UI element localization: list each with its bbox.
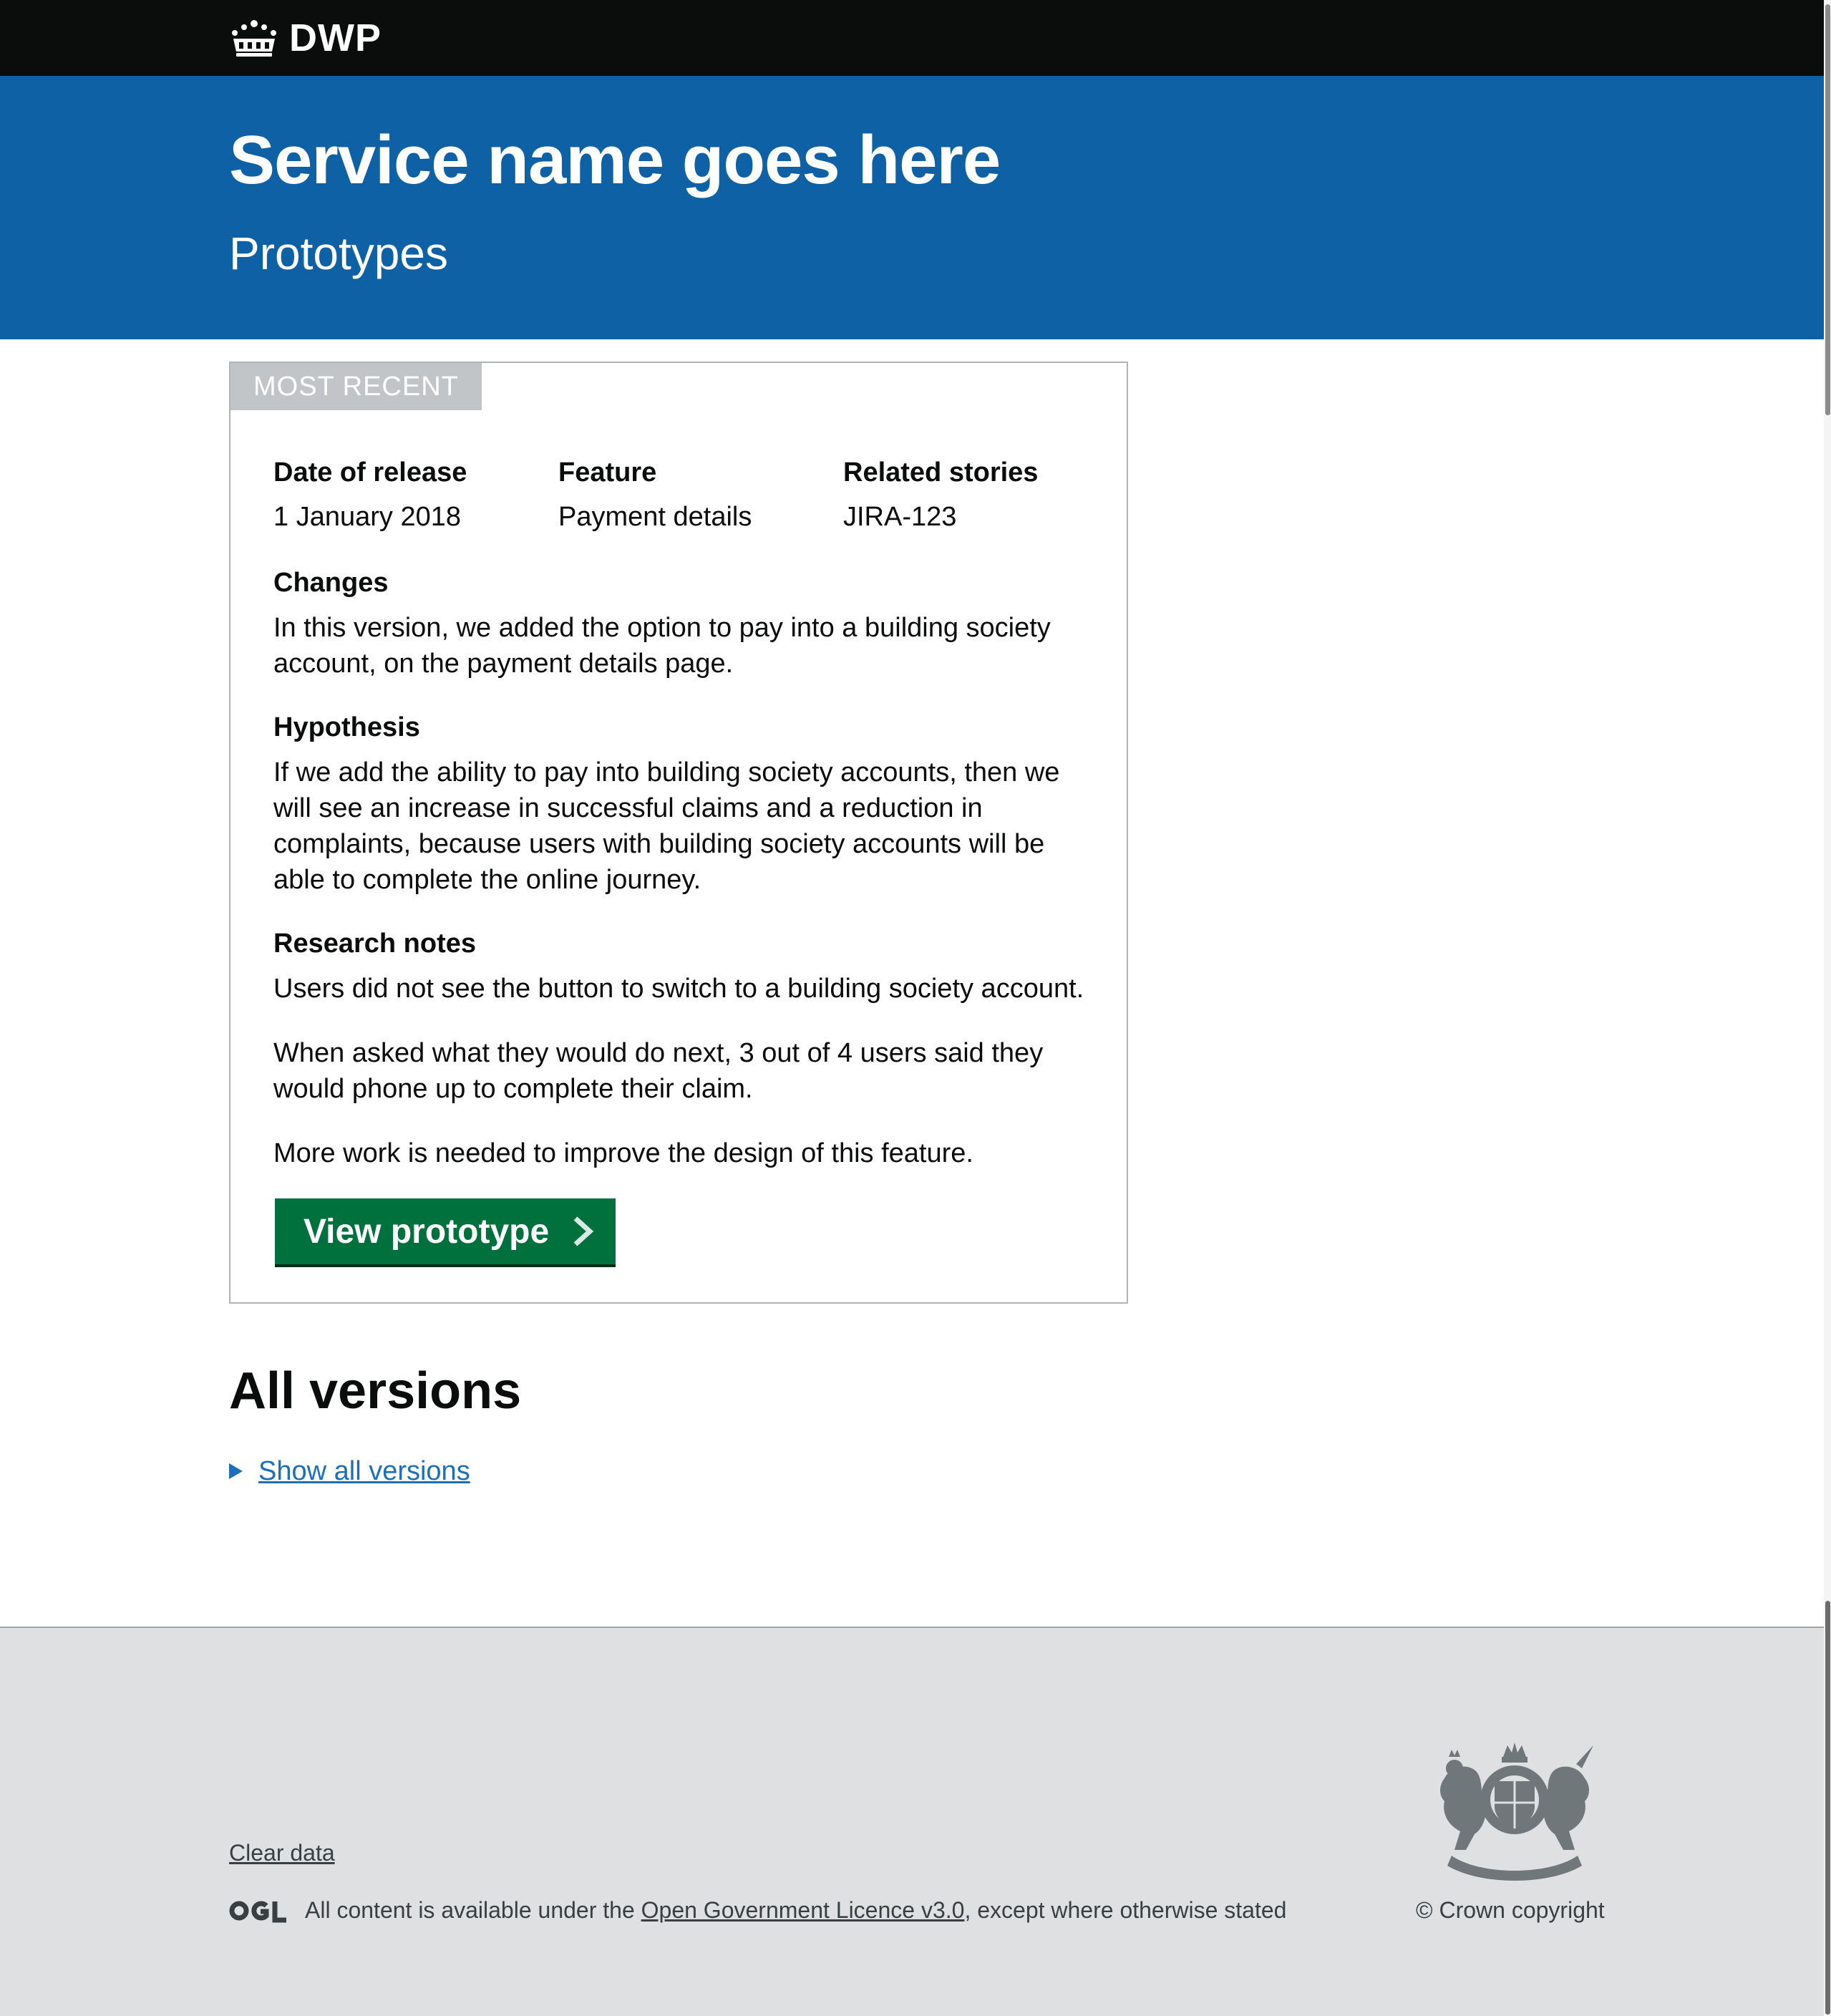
page-footer: Clear data All content is available unde…: [0, 1627, 1824, 2016]
top-header-bar: DWP: [0, 0, 1824, 76]
changes-text: In this version, we added the option to …: [273, 613, 1051, 679]
clear-data-link[interactable]: Clear data: [229, 1840, 335, 1866]
all-versions-heading: All versions: [229, 1362, 522, 1420]
chevron-right-icon: [573, 1216, 594, 1246]
most-recent-tag: MOST RECENT: [230, 363, 482, 410]
meta-label: Feature: [558, 457, 657, 488]
page-subtitle: Prototypes: [229, 228, 448, 279]
scrollbar-thumb[interactable]: [1825, 4, 1830, 415]
scrollbar-thumb-lower[interactable]: [1825, 1601, 1830, 2015]
royal-coat-of-arms-icon: [1440, 1743, 1593, 1881]
meta-value: Payment details: [558, 502, 752, 532]
show-all-versions-link[interactable]: Show all versions: [258, 1453, 470, 1489]
logo-text: DWP: [289, 16, 382, 59]
licence-suffix: , except where otherwise stated: [964, 1897, 1287, 1923]
open-government-licence-link[interactable]: Open Government Licence v3.0: [641, 1897, 965, 1923]
meta-label: Date of release: [273, 457, 467, 488]
view-prototype-button[interactable]: View prototype: [275, 1198, 616, 1264]
meta-related-stories: Related stories JIRA-123: [843, 452, 1089, 537]
disclosure-triangle-icon: [229, 1463, 243, 1479]
research-note: When asked what they would do next, 3 ou…: [273, 1038, 1044, 1104]
research-notes-heading: Research notes: [273, 929, 477, 959]
research-note: More work is needed to improve the desig…: [273, 1138, 973, 1168]
crown-copyright-link[interactable]: © Crown copyright: [1416, 1897, 1605, 1924]
show-all-versions-toggle[interactable]: Show all versions: [229, 1453, 470, 1489]
meta-feature: Feature Payment details: [558, 452, 843, 537]
licence-prefix: All content is available under the: [305, 1897, 641, 1923]
hypothesis-section: Hypothesis If we add the ability to pay …: [273, 707, 1089, 898]
meta-value: 1 January 2018: [273, 502, 461, 532]
changes-heading: Changes: [273, 568, 389, 598]
hypothesis-heading: Hypothesis: [273, 712, 420, 742]
hero-banner: Service name goes here Prototypes: [0, 76, 1824, 339]
ogl-logo-icon: [229, 1901, 286, 1923]
dwp-logo-link[interactable]: DWP: [229, 16, 382, 60]
view-prototype-label: View prototype: [303, 1212, 550, 1251]
research-note: Users did not see the button to switch t…: [273, 974, 1084, 1004]
meta-date-of-release: Date of release 1 January 2018: [273, 452, 558, 537]
changes-section: Changes In this version, we added the op…: [273, 563, 1089, 682]
hypothesis-text: If we add the ability to pay into buildi…: [273, 757, 1060, 895]
meta-value: JIRA-123: [843, 502, 957, 532]
service-title: Service name goes here: [229, 122, 1001, 198]
most-recent-card: MOST RECENT Date of release 1 January 20…: [229, 362, 1128, 1304]
licence-text: All content is available under the Open …: [305, 1897, 1286, 1924]
meta-label: Related stories: [843, 457, 1039, 488]
card-content: Date of release 1 January 2018 Feature P…: [273, 452, 1089, 1171]
crown-icon: [232, 20, 276, 57]
research-notes-section: Research notes Users did not see the but…: [273, 924, 1089, 1171]
release-meta: Date of release 1 January 2018 Feature P…: [273, 452, 1089, 537]
